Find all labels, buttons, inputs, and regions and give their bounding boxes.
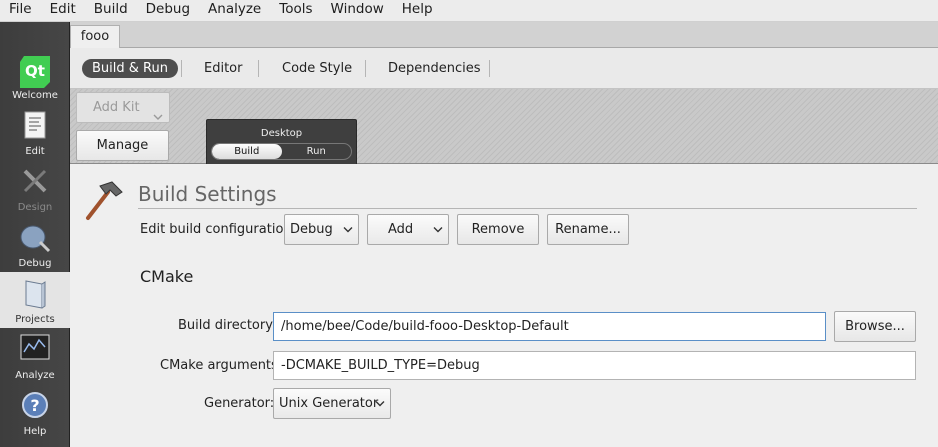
qt-logo-icon: Qt [18, 54, 52, 94]
tab-build-run[interactable]: Build & Run [82, 59, 178, 78]
mode-welcome[interactable]: Qt Welcome [0, 48, 70, 104]
kit-build-toggle[interactable]: Build [212, 144, 282, 159]
build-dir-label: Build directory: [178, 318, 277, 333]
add-config-button[interactable]: Add [367, 214, 449, 245]
add-config-label: Add [388, 222, 414, 237]
mode-label: Debug [18, 258, 52, 269]
menubar: File Edit Build Debug Analyze Tools Wind… [0, 0, 938, 22]
mode-label: Design [17, 202, 53, 213]
mode-design[interactable]: Design [0, 160, 70, 216]
chevron-down-icon [433, 215, 443, 244]
menu-build[interactable]: Build [85, 0, 137, 21]
menu-window[interactable]: Window [322, 0, 393, 21]
mode-label: Help [23, 426, 47, 437]
build-config-value: Debug [290, 222, 333, 237]
build-run-switch: Build Run [211, 143, 352, 160]
kit-name: Desktop [260, 128, 303, 139]
menu-help[interactable]: Help [393, 0, 442, 21]
nav-separator [181, 60, 182, 77]
projects-folder-icon [22, 278, 48, 314]
tab-code-style[interactable]: Code Style [282, 59, 352, 78]
chevron-down-icon [343, 215, 353, 244]
menu-tools[interactable]: Tools [270, 0, 321, 21]
nav-separator [258, 60, 259, 77]
cmake-args-input[interactable]: -DCMAKE_BUILD_TYPE=Debug [273, 351, 916, 380]
menu-edit[interactable]: Edit [41, 0, 85, 21]
generator-select[interactable]: Unix Generator [273, 388, 391, 419]
design-tools-icon [20, 166, 50, 200]
project-tab[interactable]: fooo [70, 25, 120, 49]
debug-bug-icon [18, 222, 52, 258]
mode-edit[interactable]: Edit [0, 104, 70, 160]
chevron-down-icon [153, 103, 163, 132]
help-question-icon: ? [20, 390, 50, 424]
mode-projects[interactable]: Projects [0, 272, 70, 328]
mode-analyze[interactable]: Analyze [0, 328, 70, 384]
cmake-section-title: CMake [140, 267, 194, 286]
mode-help[interactable]: ? Help [0, 384, 70, 440]
menu-file[interactable]: File [0, 0, 41, 21]
mode-label: Projects [15, 314, 55, 325]
kit-selector-area: Add Kit Manage Kits... Desktop Build Run [70, 89, 938, 182]
nav-separator [489, 60, 490, 77]
mode-debug[interactable]: Debug [0, 216, 70, 272]
svg-text:Qt: Qt [25, 62, 45, 80]
generator-label: Generator: [204, 396, 275, 411]
analyze-chart-icon [20, 334, 50, 366]
kit-card-desktop[interactable]: Desktop Build Run [206, 119, 357, 164]
mode-label: Analyze [15, 370, 55, 381]
kit-run-toggle[interactable]: Run [282, 144, 352, 159]
svg-text:?: ? [30, 396, 39, 415]
remove-config-button[interactable]: Remove [457, 214, 539, 245]
menu-debug[interactable]: Debug [137, 0, 199, 21]
browse-button[interactable]: Browse... [834, 311, 916, 342]
edit-document-icon [22, 110, 48, 144]
cmake-args-label: CMake arguments: [160, 358, 283, 373]
build-settings-title: Build Settings [138, 182, 277, 206]
build-config-select[interactable]: Debug [284, 214, 359, 245]
rename-config-button[interactable]: Rename... [547, 214, 629, 245]
tab-dependencies[interactable]: Dependencies [388, 59, 481, 78]
add-kit-label: Add Kit [93, 100, 140, 115]
qt-creator-window: File Edit Build Debug Analyze Tools Wind… [0, 0, 938, 447]
mode-label: Welcome [12, 90, 58, 101]
title-divider [138, 208, 917, 209]
project-settings-nav: Build & Run Editor Code Style Dependenci… [70, 48, 938, 89]
mode-label: Edit [25, 146, 45, 157]
chevron-down-icon [375, 389, 385, 418]
editor-tab-strip: fooo [70, 22, 938, 49]
manage-kits-button[interactable]: Manage Kits... [76, 130, 169, 182]
add-kit-button[interactable]: Add Kit [76, 92, 170, 123]
build-dir-input[interactable]: /home/bee/Code/build-fooo-Desktop-Defaul… [273, 312, 826, 341]
build-settings-panel: Build Settings Edit build configuration:… [70, 164, 938, 447]
tab-editor[interactable]: Editor [204, 59, 242, 78]
hammer-icon [82, 178, 126, 226]
edit-config-label: Edit build configuration: [140, 222, 297, 237]
nav-separator [365, 60, 366, 77]
generator-value: Unix Generator [279, 396, 379, 411]
menu-analyze[interactable]: Analyze [199, 0, 270, 21]
mode-sidebar: Qt Welcome Edit Design Debug Projects An… [0, 22, 70, 447]
